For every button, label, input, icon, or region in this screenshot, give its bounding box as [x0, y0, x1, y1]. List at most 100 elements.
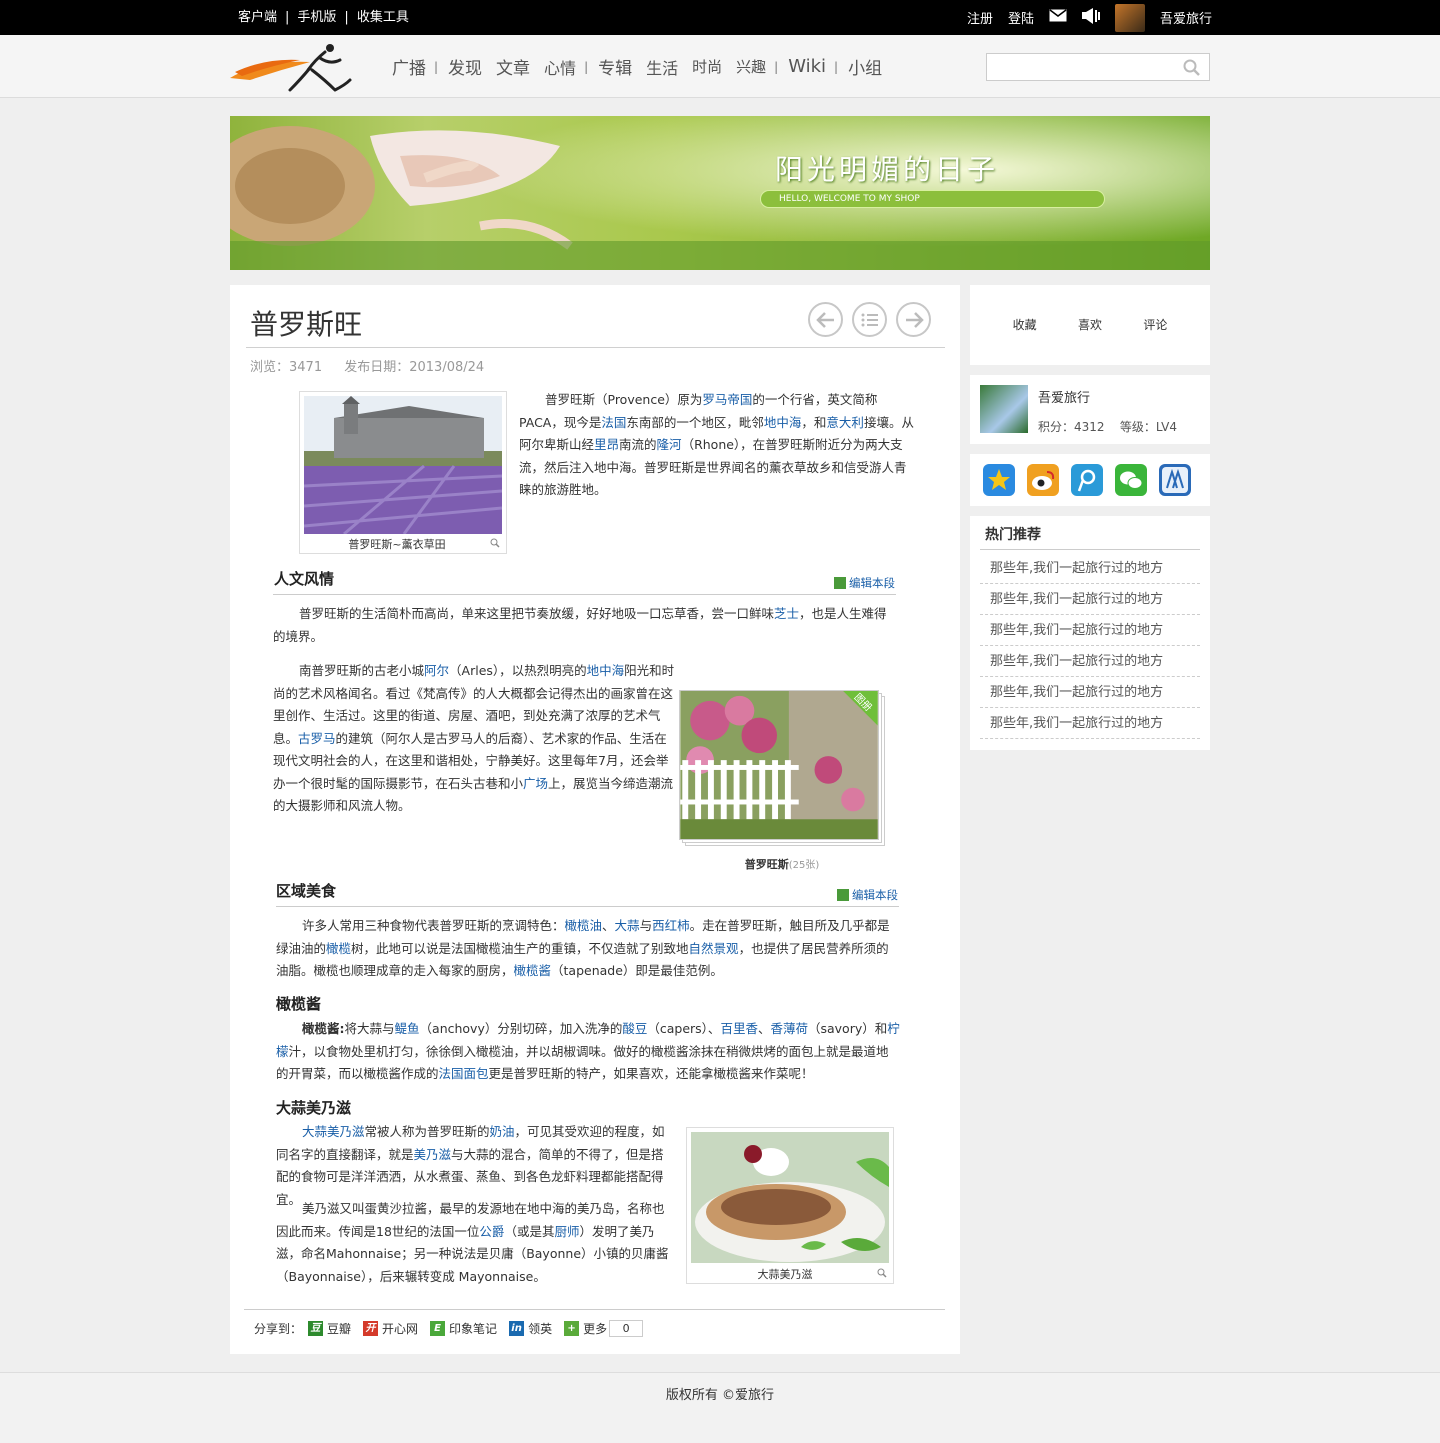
- link-garlic[interactable]: 大蒜: [615, 918, 640, 933]
- link-french-bread[interactable]: 法国面包: [439, 1066, 489, 1081]
- link-roman-empire[interactable]: 罗马帝国: [702, 392, 752, 407]
- article-title: 普罗斯旺: [250, 308, 363, 341]
- collect-tool-link[interactable]: 收集工具: [357, 0, 409, 35]
- share-kaixin[interactable]: 开开心网: [363, 1320, 418, 1337]
- link-mediterranean-2[interactable]: 地中海: [587, 663, 625, 678]
- share-linkedin[interactable]: in 领英: [509, 1320, 552, 1337]
- author-avatar[interactable]: [980, 385, 1028, 433]
- nav-fashion[interactable]: 时尚: [692, 56, 722, 77]
- figure1-caption: 普罗旺斯~薰衣草田: [348, 538, 446, 551]
- share-evernote[interactable]: E 印象笔记: [430, 1320, 497, 1337]
- tencent-weibo-icon[interactable]: [1071, 464, 1103, 500]
- link-square[interactable]: 广场: [523, 776, 548, 791]
- text: （anchovy）分别切碎，加入洗净的: [419, 1021, 623, 1036]
- mobile-link[interactable]: 手机版: [297, 0, 336, 35]
- link-lyon[interactable]: 里昂: [594, 437, 619, 452]
- text-bold: 橄榄酱:: [302, 1021, 345, 1036]
- nav-wiki[interactable]: Wiki: [788, 56, 826, 77]
- link-anchovy[interactable]: 鳀鱼: [395, 1021, 420, 1036]
- link-nature-scenery[interactable]: 自然景观: [689, 941, 739, 956]
- banner-title: 阳光明媚的日子: [775, 153, 1000, 186]
- site-logo[interactable]: [230, 40, 360, 95]
- link-france[interactable]: 法国: [601, 415, 626, 430]
- nav-groups[interactable]: 小组: [848, 54, 882, 79]
- publish-date: 发布日期：2013/08/24: [344, 360, 485, 375]
- nav-articles[interactable]: 文章: [496, 54, 530, 79]
- link-olive[interactable]: 橄榄: [326, 941, 351, 956]
- link-thyme[interactable]: 百里香: [720, 1021, 758, 1036]
- link-savory[interactable]: 香薄荷: [770, 1021, 808, 1036]
- link-duke[interactable]: 公爵: [479, 1224, 504, 1239]
- wechat-icon[interactable]: [1115, 464, 1147, 500]
- album-title: 普罗旺斯: [744, 858, 789, 871]
- sidebar-social: [970, 454, 1210, 506]
- register-link[interactable]: 注册: [967, 8, 993, 27]
- link-chef[interactable]: 厨师: [554, 1224, 579, 1239]
- zoom-icon[interactable]: [877, 1267, 887, 1282]
- hot-item[interactable]: 那些年,我们一起旅行过的地方: [980, 677, 1200, 708]
- hot-item[interactable]: 那些年,我们一起旅行过的地方: [980, 553, 1200, 584]
- client-link[interactable]: 客户端: [238, 0, 277, 35]
- favorite-button[interactable]: 收藏: [1013, 285, 1037, 365]
- link-capers[interactable]: 酸豆: [622, 1021, 647, 1036]
- link-olive-oil[interactable]: 橄榄油: [565, 918, 603, 933]
- next-arrow-icon[interactable]: [896, 302, 931, 337]
- link-mediterranean[interactable]: 地中海: [764, 415, 802, 430]
- hot-item[interactable]: 那些年,我们一起旅行过的地方: [980, 615, 1200, 646]
- site-header: 广播 | 发现 文章 心情 | 专辑 生活 时尚 兴趣 | Wiki | 小组: [0, 35, 1440, 98]
- link-tomato[interactable]: 西红柿: [652, 918, 690, 933]
- link-cheese[interactable]: 芝士: [774, 606, 799, 621]
- edit-section-link[interactable]: 编辑本段: [837, 887, 898, 903]
- renren-icon[interactable]: [1159, 464, 1191, 500]
- hot-item[interactable]: 那些年,我们一起旅行过的地方: [980, 708, 1200, 739]
- search-icon[interactable]: [1183, 59, 1201, 77]
- mail-icon[interactable]: [1049, 9, 1067, 26]
- nav-broadcast[interactable]: 广播: [392, 54, 426, 79]
- hot-item[interactable]: 那些年,我们一起旅行过的地方: [980, 646, 1200, 677]
- share-more[interactable]: + 更多: [564, 1320, 607, 1337]
- list-icon[interactable]: [852, 302, 887, 337]
- nav-interests[interactable]: 兴趣: [736, 56, 766, 77]
- text: （tapenade）即是最佳范例。: [551, 963, 723, 978]
- divider: |: [344, 10, 349, 25]
- album-figure[interactable]: 图册: [679, 690, 885, 846]
- edit-icon: [834, 577, 846, 589]
- edit-section-link[interactable]: 编辑本段: [834, 575, 895, 591]
- footer: 版权所有 ©爱旅行: [0, 1372, 1440, 1443]
- banner-subtitle: HELLO, WELCOME TO MY SHOP: [760, 190, 1105, 208]
- sidebar-hot: 热门推荐 那些年,我们一起旅行过的地方 那些年,我们一起旅行过的地方 那些年,我…: [970, 516, 1210, 750]
- nav-mood[interactable]: 心情: [544, 55, 576, 79]
- nav-albums[interactable]: 专辑: [598, 54, 632, 79]
- weibo-icon[interactable]: [1027, 464, 1059, 500]
- link-arles[interactable]: 阿尔: [424, 663, 449, 678]
- author-name[interactable]: 吾爱旅行: [1038, 387, 1090, 406]
- qzone-icon[interactable]: [983, 464, 1015, 500]
- douban-icon: 豆: [308, 1321, 324, 1336]
- link-tapenade[interactable]: 橄榄酱: [514, 963, 552, 978]
- link-rhone[interactable]: 隆河: [657, 437, 682, 452]
- link-italy[interactable]: 意大利: [826, 415, 864, 430]
- login-link[interactable]: 登陆: [1008, 8, 1034, 27]
- section-heading-culture: 人文风情: [274, 570, 335, 588]
- prev-arrow-icon[interactable]: [808, 302, 843, 337]
- like-button[interactable]: 喜欢: [1078, 285, 1102, 365]
- link-aioli[interactable]: 大蒜美乃滋: [302, 1124, 365, 1139]
- nav-life[interactable]: 生活: [646, 55, 678, 79]
- intro-paragraph: 普罗旺斯（Provence）原为罗马帝国的一个行省，英文简称PACA，现今是法国…: [519, 389, 915, 502]
- link-mayonnaise[interactable]: 美乃滋: [414, 1147, 452, 1162]
- hot-item[interactable]: 那些年,我们一起旅行过的地方: [980, 584, 1200, 615]
- figure-lavender[interactable]: 普罗旺斯~薰衣草田: [299, 391, 507, 554]
- search-box[interactable]: [986, 53, 1210, 81]
- link-butter[interactable]: 奶油: [490, 1124, 515, 1139]
- announcement-icon[interactable]: [1081, 7, 1100, 28]
- album-caption: 普罗旺斯(25张): [679, 856, 885, 872]
- figure-aioli[interactable]: 大蒜美乃滋: [686, 1127, 894, 1284]
- article-nav-buttons: [808, 302, 931, 337]
- zoom-icon[interactable]: [490, 537, 500, 552]
- user-avatar[interactable]: [1114, 3, 1145, 32]
- top-username[interactable]: 吾爱旅行: [1160, 8, 1212, 27]
- comment-button[interactable]: 评论: [1143, 285, 1167, 365]
- share-douban[interactable]: 豆豆瓣: [308, 1320, 351, 1337]
- link-ancient-rome[interactable]: 古罗马: [298, 731, 336, 746]
- nav-discover[interactable]: 发现: [448, 54, 482, 79]
